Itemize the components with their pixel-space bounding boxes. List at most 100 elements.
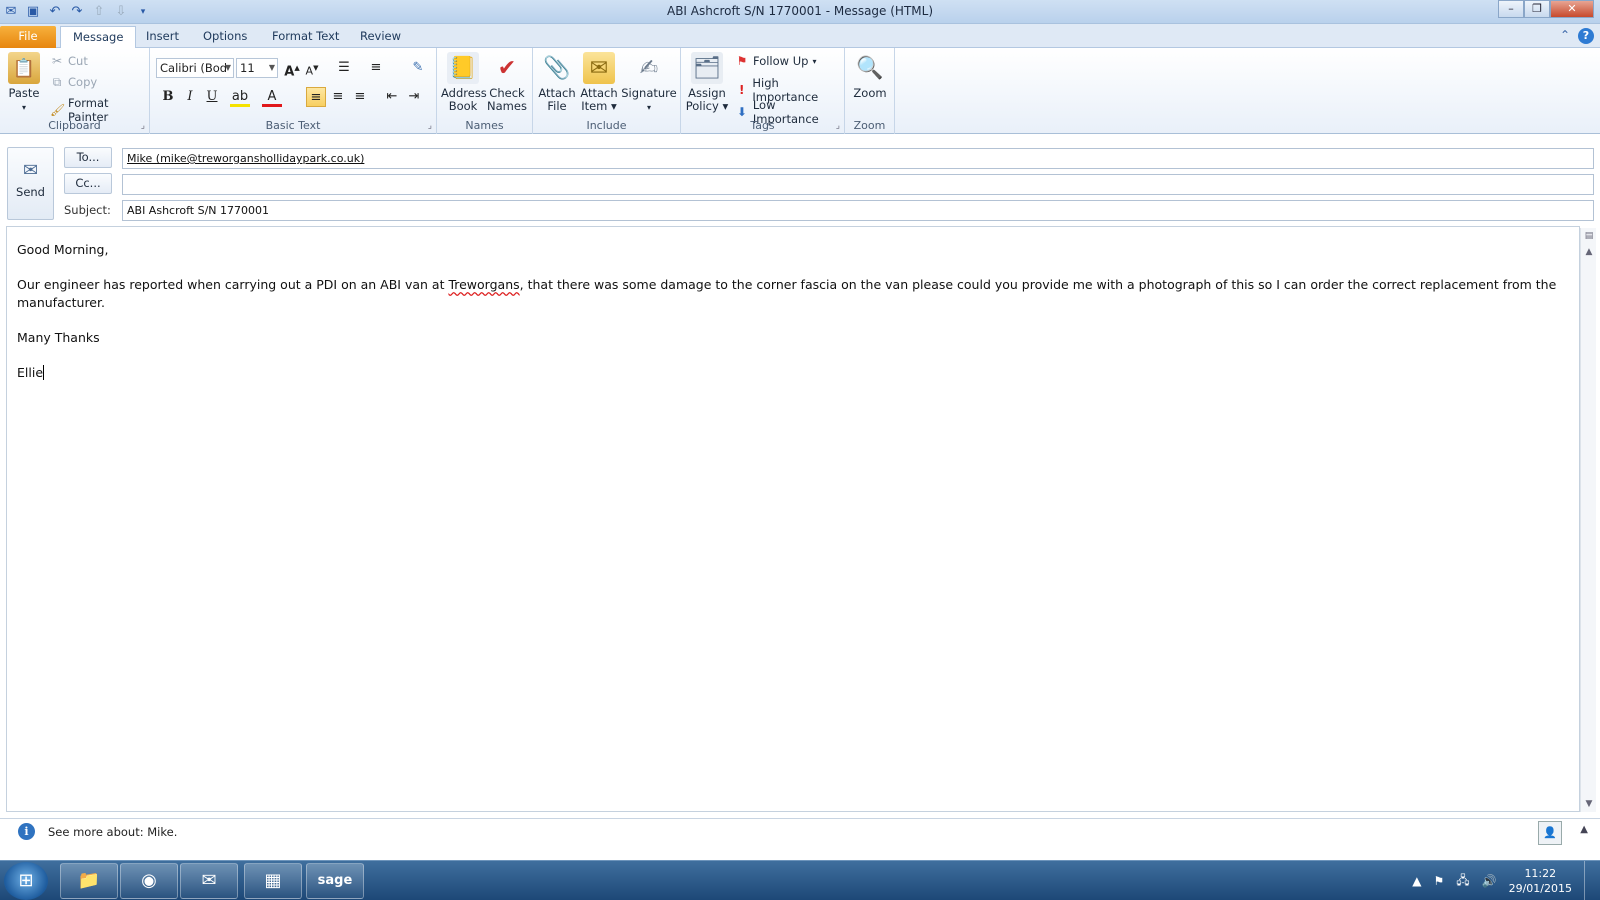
to-field[interactable]: Mike (mike@treworganshollidaypark.co.uk): [122, 148, 1594, 169]
start-button[interactable]: ⊞: [4, 862, 48, 900]
app-grid-icon[interactable]: ▦: [244, 863, 302, 899]
dialog-launcher-icon[interactable]: ⌟: [836, 121, 840, 131]
copy-icon: ⧉: [52, 75, 62, 89]
close-button[interactable]: ✕: [1550, 0, 1594, 18]
names-group: 📒 Address Book ✔ Check Names Names: [437, 48, 533, 134]
tab-review[interactable]: Review: [348, 26, 413, 48]
sage-icon[interactable]: sage: [306, 863, 364, 899]
greeting-line: Good Morning,: [17, 242, 109, 257]
copy-button[interactable]: ⧉ Copy: [50, 75, 97, 89]
italic-icon[interactable]: I: [180, 87, 200, 107]
bullets-icon[interactable]: ☰: [334, 58, 354, 78]
assign-policy-button[interactable]: 🗂 Assign Policy ▾: [685, 52, 729, 113]
names-group-label: Names: [465, 119, 504, 132]
clear-formatting-icon[interactable]: ✎: [408, 58, 428, 78]
attach-file-button[interactable]: 📎 Attach File: [537, 52, 577, 113]
bold-icon[interactable]: B: [158, 87, 178, 107]
tab-file[interactable]: File: [0, 26, 56, 48]
restore-button[interactable]: ❐: [1524, 0, 1550, 18]
action-center-flag-icon[interactable]: ⚑: [1433, 874, 1444, 888]
clipboard-group-label: Clipboard: [48, 119, 101, 132]
font-name-combo[interactable]: Calibri (Body)▼: [156, 58, 234, 78]
minimize-ribbon-icon[interactable]: ⌃: [1560, 28, 1570, 44]
font-color-icon[interactable]: A: [262, 87, 282, 107]
tray-expand-icon[interactable]: ▲: [1412, 874, 1421, 888]
signature-button[interactable]: ✍ Signature ▾: [621, 52, 677, 114]
dialog-launcher-icon[interactable]: ⌟: [428, 121, 432, 131]
follow-up-button[interactable]: ⚑ Follow Up ▾: [735, 54, 817, 68]
outlook-icon[interactable]: ✉: [180, 863, 238, 899]
highlight-icon[interactable]: ab: [230, 87, 250, 107]
vertical-scrollbar[interactable]: ▤ ▲ ▼: [1580, 228, 1596, 812]
tags-group-label: Tags: [750, 119, 775, 132]
network-icon[interactable]: 🖧: [1456, 871, 1469, 892]
send-button[interactable]: ✉ Send: [7, 147, 54, 220]
avatar-icon[interactable]: 👤: [1538, 821, 1562, 845]
tab-options[interactable]: Options: [191, 26, 259, 48]
paperclip-icon: 📎: [543, 55, 571, 81]
tab-format-text[interactable]: Format Text: [260, 26, 351, 48]
clock[interactable]: 11:22 29/01/2015: [1509, 866, 1572, 896]
window-controls: – ❐ ✕: [1498, 0, 1594, 18]
font-size-combo[interactable]: 11 ▼: [236, 58, 278, 78]
signature-line: Ellie: [17, 365, 45, 380]
closing-line: Many Thanks: [17, 330, 100, 345]
chevron-down-icon: ▼: [224, 63, 231, 72]
include-group: 📎 Attach File ✉ Attach Item ▾ ✍ Signature ▾…: [533, 48, 681, 134]
text-caret: [43, 365, 45, 380]
to-button[interactable]: To...: [64, 147, 112, 168]
volume-icon[interactable]: 🔊: [1482, 874, 1497, 888]
zoom-button[interactable]: 🔍 Zoom: [849, 52, 891, 100]
info-icon: i: [18, 823, 35, 840]
ribbon-tabs: File Message Insert Options Format Text …: [0, 24, 1600, 49]
include-group-label: Include: [586, 119, 627, 132]
message-body[interactable]: Good Morning, Our engineer has reported …: [6, 226, 1580, 812]
chrome-icon[interactable]: ◉: [120, 863, 178, 899]
attach-item-button[interactable]: ✉ Attach Item ▾: [579, 52, 619, 113]
check-names-button[interactable]: ✔ Check Names: [485, 52, 529, 113]
grow-font-icon[interactable]: A▲: [282, 58, 302, 79]
tab-message[interactable]: Message: [60, 26, 137, 49]
help-icon[interactable]: ?: [1578, 28, 1594, 44]
explorer-icon[interactable]: 📁: [60, 863, 118, 899]
numbering-icon[interactable]: ≡: [366, 58, 386, 78]
body-paragraph: Our engineer has reported when carrying …: [17, 277, 1557, 310]
envelope-icon: ✉: [583, 52, 615, 84]
shrink-font-icon[interactable]: A▼: [302, 58, 322, 78]
scroll-down-icon[interactable]: ▼: [1581, 796, 1597, 812]
increase-indent-icon[interactable]: ⇥: [404, 87, 424, 107]
decrease-indent-icon[interactable]: ⇤: [382, 87, 402, 107]
zoom-group: 🔍 Zoom Zoom: [845, 48, 895, 134]
check-names-icon: ✔: [497, 55, 517, 81]
align-center-icon[interactable]: ≡: [328, 87, 348, 107]
align-right-icon[interactable]: ≡: [350, 87, 370, 107]
cut-button[interactable]: ✂ Cut: [50, 54, 88, 68]
down-arrow-icon: ⬇: [736, 105, 747, 119]
misspelled-word[interactable]: Treworgans: [448, 277, 519, 292]
show-desktop-button[interactable]: [1584, 861, 1594, 900]
taskbar: ⊞ 📁 ◉ ✉ ▦ sage ▲ ⚑ 🖧 🔊 11:22 29/01/2015: [0, 860, 1600, 900]
cc-field[interactable]: [122, 174, 1594, 195]
paste-button[interactable]: 📋 Paste ▾: [6, 52, 42, 114]
dialog-launcher-icon[interactable]: ⌟: [141, 121, 145, 131]
underline-icon[interactable]: U: [202, 87, 222, 107]
people-pane-text[interactable]: See more about: Mike.: [48, 825, 177, 839]
ruler-toggle-icon[interactable]: ▤: [1581, 228, 1597, 244]
people-pane: i See more about: Mike. 👤 ▲: [0, 818, 1600, 845]
chevron-up-icon[interactable]: ▲: [1580, 824, 1588, 835]
ribbon: 📋 Paste ▾ ✂ Cut ⧉ Copy 🖌 Format Painter Clip…: [0, 48, 1600, 134]
tab-insert[interactable]: Insert: [134, 26, 191, 48]
subject-field[interactable]: ABI Ashcroft S/N 1770001: [122, 200, 1594, 221]
scissors-icon: ✂: [51, 54, 63, 68]
policy-icon: 🗂: [691, 52, 723, 84]
clipboard-group: 📋 Paste ▾ ✂ Cut ⧉ Copy 🖌 Format Painter Clip…: [0, 48, 150, 134]
cc-button[interactable]: Cc...: [64, 173, 112, 194]
clipboard-icon: 📋: [8, 52, 40, 84]
recipient-chip[interactable]: Mike (mike@treworganshollidaypark.co.uk): [127, 152, 364, 165]
scroll-up-icon[interactable]: ▲: [1581, 244, 1597, 260]
message-header: ✉ Send To... Mike (mike@treworganshollid…: [0, 135, 1600, 225]
address-book-button[interactable]: 📒 Address Book: [441, 52, 487, 113]
title-bar: ✉ ▣ ↶ ↷ ⇧ ⇩ ▾ ABI Ashcroft S/N 1770001 -…: [0, 0, 1600, 24]
minimize-button[interactable]: –: [1498, 0, 1524, 18]
align-left-icon[interactable]: ≡: [306, 87, 326, 107]
